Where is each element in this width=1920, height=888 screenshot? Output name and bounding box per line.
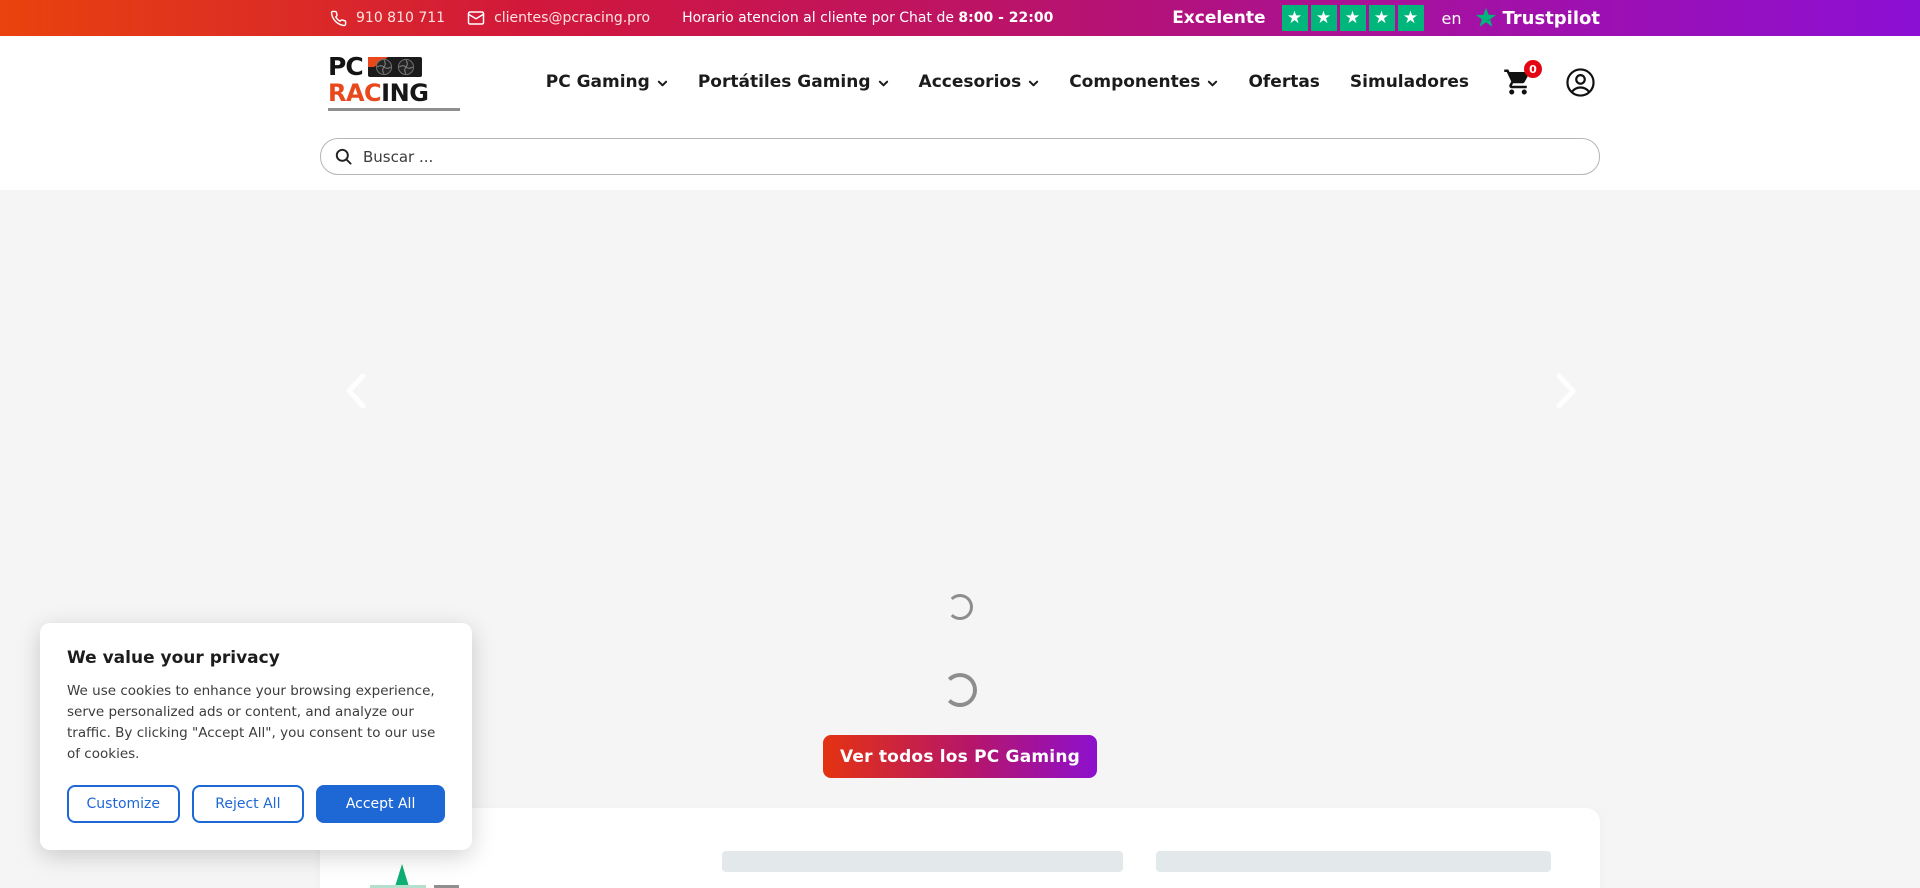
ver-todos-pc-gaming-button[interactable]: Ver todos los PC Gaming bbox=[823, 735, 1097, 778]
account-button[interactable] bbox=[1565, 67, 1596, 98]
rating-stars: ★ ★ ★ ★ ★ bbox=[1282, 5, 1424, 31]
chevron-down-icon bbox=[878, 76, 889, 89]
nav-pc-gaming[interactable]: PC Gaming bbox=[546, 72, 668, 92]
site-header: PC RACING PC Gaming bbox=[0, 36, 1920, 190]
nav-portatiles-gaming[interactable]: Portátiles Gaming bbox=[698, 72, 889, 92]
star-icon: ★ bbox=[1369, 5, 1395, 31]
star-icon: ★ bbox=[1311, 5, 1337, 31]
support-hours-time: 8:00 - 22:00 bbox=[958, 10, 1053, 26]
phone-number: 910 810 711 bbox=[356, 10, 445, 26]
star-icon: ★ bbox=[1282, 5, 1308, 31]
rating-label: Excelente bbox=[1172, 8, 1265, 28]
rating-connector: en bbox=[1442, 9, 1462, 28]
loading-spinner bbox=[943, 673, 977, 707]
cookie-title: We value your privacy bbox=[67, 648, 445, 668]
phone-icon bbox=[330, 10, 347, 27]
trustpilot-rating[interactable]: Excelente ★ ★ ★ ★ ★ en Trustpilot bbox=[1172, 5, 1600, 31]
logo-underline bbox=[328, 108, 460, 111]
cart-button[interactable]: 0 bbox=[1503, 67, 1533, 97]
nav-componentes[interactable]: Componentes bbox=[1069, 72, 1218, 92]
skeleton-placeholder bbox=[1156, 851, 1551, 872]
mail-icon bbox=[467, 9, 485, 27]
customize-button[interactable]: Customize bbox=[67, 785, 180, 823]
trustpilot-widget-card bbox=[320, 808, 1600, 888]
email-link[interactable]: clientes@pcracing.pro bbox=[467, 9, 650, 27]
carousel-prev-button[interactable] bbox=[344, 372, 368, 414]
nav-accesorios[interactable]: Accesorios bbox=[919, 72, 1040, 92]
trustpilot-link[interactable]: Trustpilot bbox=[1475, 7, 1600, 29]
cookie-consent-dialog: We value your privacy We use cookies to … bbox=[40, 623, 472, 850]
loading-spinner bbox=[947, 594, 973, 620]
chevron-down-icon bbox=[1028, 76, 1039, 89]
nav-simuladores[interactable]: Simuladores bbox=[1350, 72, 1469, 92]
cart-count-badge: 0 bbox=[1524, 60, 1542, 78]
email-address: clientes@pcracing.pro bbox=[494, 10, 650, 26]
star-icon: ★ bbox=[1340, 5, 1366, 31]
star-icon: ★ bbox=[1398, 5, 1424, 31]
logo-text-racing: RACING bbox=[328, 81, 466, 105]
gpu-card-icon bbox=[367, 54, 423, 80]
support-hours: Horario atencion al cliente por Chat de … bbox=[682, 10, 1053, 26]
nav-ofertas[interactable]: Ofertas bbox=[1248, 72, 1319, 92]
logo-text-pc: PC bbox=[328, 54, 363, 79]
logo[interactable]: PC RACING bbox=[328, 54, 466, 111]
user-circle-icon bbox=[1565, 67, 1596, 98]
carousel-next-button[interactable] bbox=[1554, 372, 1578, 414]
cookie-description: We use cookies to enhance your browsing … bbox=[67, 681, 445, 765]
chevron-down-icon bbox=[657, 76, 668, 89]
search-icon bbox=[334, 147, 353, 166]
search-input[interactable] bbox=[320, 138, 1600, 175]
chevron-down-icon bbox=[1207, 76, 1218, 89]
phone-link[interactable]: 910 810 711 bbox=[330, 10, 445, 27]
trustpilot-wordmark: Trustpilot bbox=[1502, 8, 1600, 29]
reject-all-button[interactable]: Reject All bbox=[192, 785, 305, 823]
search-box bbox=[320, 138, 1600, 175]
skeleton-placeholder bbox=[722, 851, 1123, 872]
main-nav: PC Gaming Portátiles Gaming Accesorios C… bbox=[546, 72, 1469, 92]
accept-all-button[interactable]: Accept All bbox=[316, 785, 445, 823]
topbar: 910 810 711 clientes@pcracing.pro Horari… bbox=[0, 0, 1920, 36]
trustpilot-star-icon bbox=[1475, 7, 1497, 29]
